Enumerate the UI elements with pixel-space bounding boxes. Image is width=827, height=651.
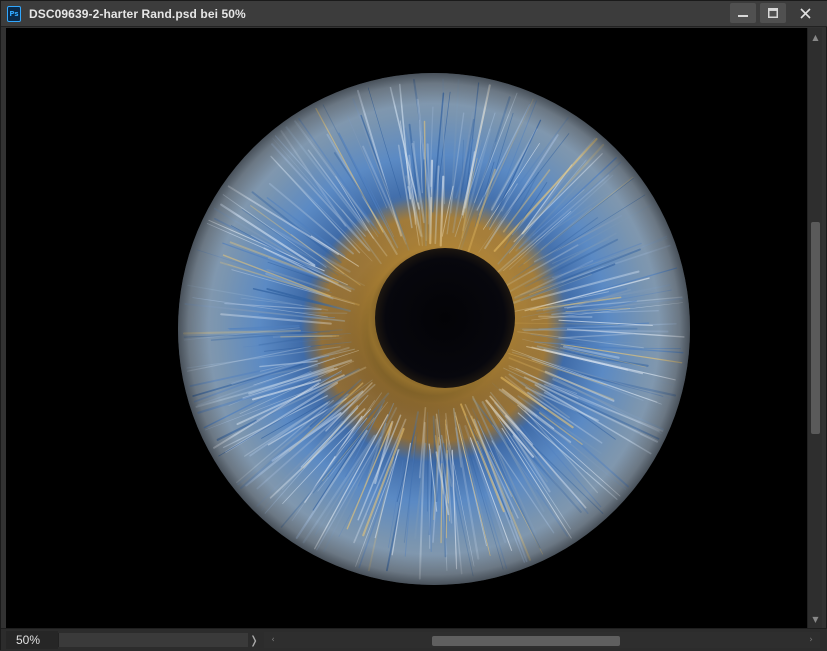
vertical-scrollbar[interactable]: ▲ ▼ (807, 28, 822, 628)
minimize-icon (738, 8, 748, 18)
horizontal-scrollbar[interactable]: ‹ › (264, 632, 820, 648)
status-bar: 50% ❭ ‹ › (1, 628, 827, 651)
scroll-left-arrow-icon[interactable]: ‹ (266, 632, 280, 648)
zoom-level-field[interactable]: 50% (6, 631, 58, 649)
title-bar[interactable]: Ps DSC09639-2-harter Rand.psd bei 50% (1, 1, 827, 27)
window-controls (730, 3, 820, 23)
document-window: Ps DSC09639-2-harter Rand.psd bei 50% (0, 0, 827, 650)
document-canvas[interactable] (6, 28, 807, 628)
scroll-up-arrow-icon[interactable]: ▲ (808, 30, 823, 44)
iris-eye-photo (6, 28, 807, 628)
scroll-right-arrow-icon[interactable]: › (804, 632, 818, 648)
horizontal-scroll-thumb[interactable] (432, 636, 620, 646)
document-info-menu-icon[interactable]: ❭ (248, 634, 260, 647)
maximize-icon (768, 8, 778, 18)
minimize-button[interactable] (730, 3, 756, 23)
maximize-button[interactable] (760, 3, 786, 23)
window-title: DSC09639-2-harter Rand.psd bei 50% (29, 7, 246, 21)
scroll-down-arrow-icon[interactable]: ▼ (808, 612, 823, 626)
close-button[interactable] (790, 3, 820, 23)
vertical-scroll-thumb[interactable] (811, 222, 820, 434)
close-icon (800, 8, 811, 19)
photoshop-app-icon: Ps (7, 6, 21, 22)
document-info-field[interactable] (58, 633, 248, 647)
